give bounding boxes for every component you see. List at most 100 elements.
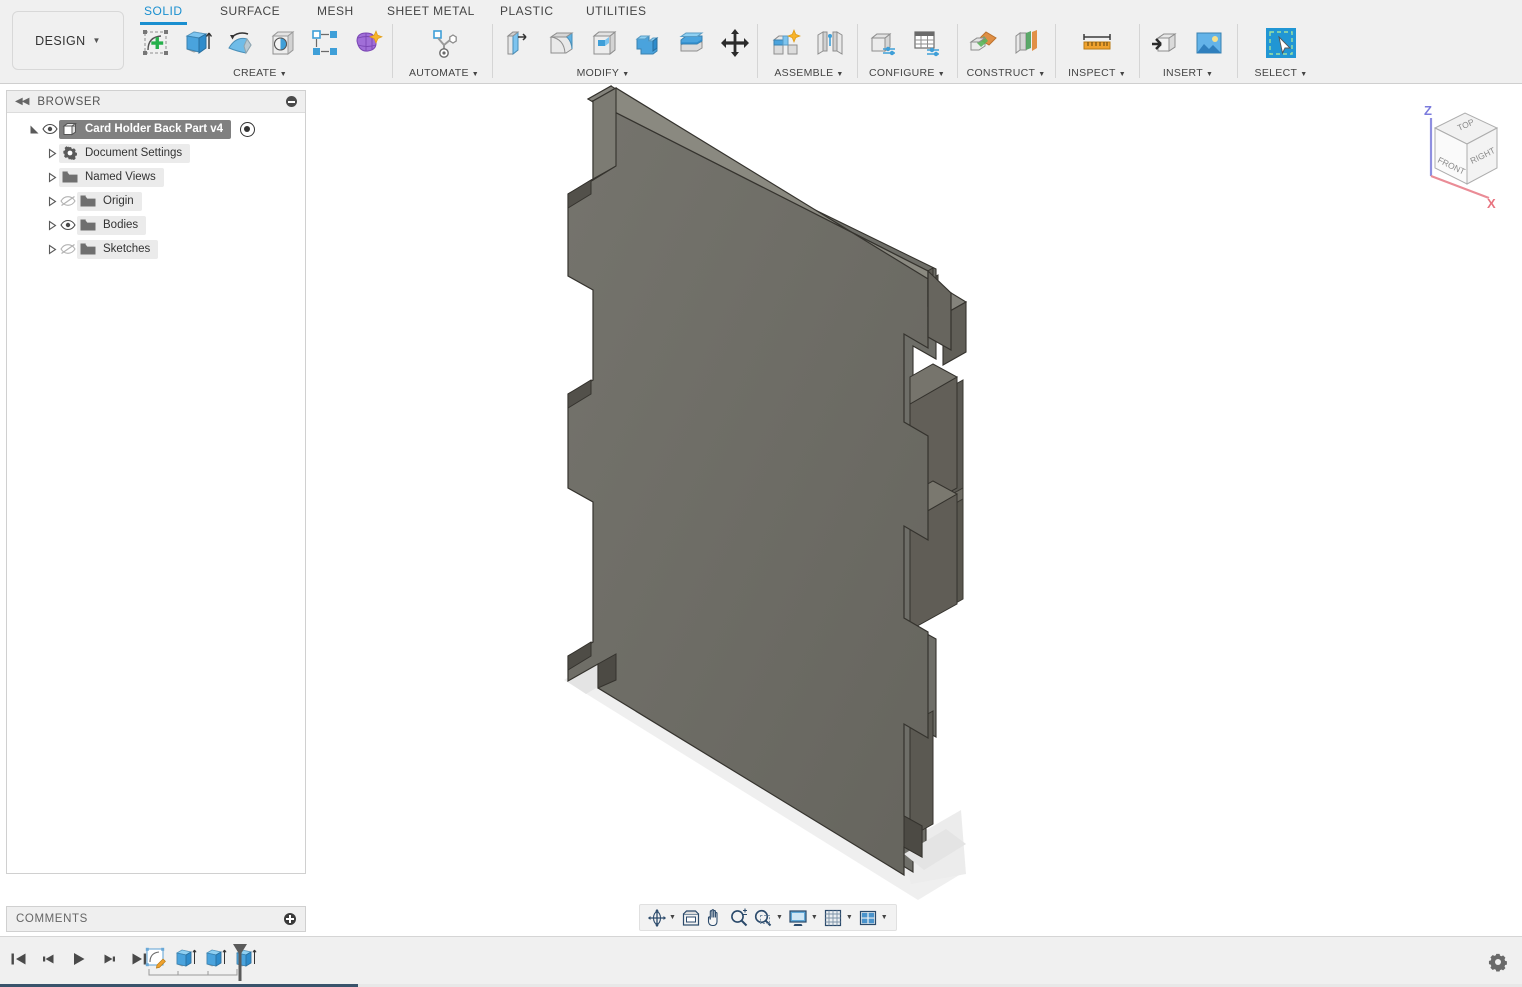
step-back-icon[interactable]: [38, 948, 59, 969]
activate-component-radio[interactable]: [240, 121, 256, 137]
visibility-hidden-icon[interactable]: [59, 241, 77, 257]
toolbar-group-automate: AUTOMATE ▼: [400, 22, 488, 80]
shell-icon[interactable]: [585, 23, 626, 63]
toolbar-group-modify-label: MODIFY ▼: [576, 67, 630, 79]
orbit-icon[interactable]: [645, 906, 668, 929]
visibility-eye-icon[interactable]: [41, 121, 59, 137]
tree-item-bodies[interactable]: Bodies: [7, 213, 305, 237]
chevron-down-icon[interactable]: ▼: [846, 914, 853, 921]
toolbar-group-construct: CONSTRUCT ▼: [962, 22, 1050, 80]
expand-arrow-icon[interactable]: [45, 194, 59, 208]
toolbar-group-automate-label: AUTOMATE ▼: [409, 67, 479, 79]
tree-row-pill[interactable]: Bodies: [77, 215, 147, 235]
look-at-icon[interactable]: [680, 906, 703, 929]
collapse-left-icon[interactable]: ◀◀: [15, 96, 29, 107]
axis-label-z: Z: [1424, 103, 1432, 118]
insert-canvas-icon[interactable]: [1188, 23, 1230, 63]
chevron-down-icon[interactable]: ▼: [776, 914, 783, 921]
extrude-icon[interactable]: [178, 23, 218, 63]
browser-header: ◀◀ BROWSER: [7, 91, 305, 113]
chevron-down-icon[interactable]: ▼: [811, 914, 818, 921]
offset-face-icon[interactable]: [671, 23, 712, 63]
visibility-hidden-icon[interactable]: [59, 193, 77, 209]
tree-row-pill[interactable]: Named Views: [59, 167, 164, 187]
automated-modeling-icon[interactable]: [423, 23, 465, 63]
press-pull-icon[interactable]: [498, 23, 539, 63]
configuration-icon[interactable]: [862, 23, 904, 63]
gear-icon[interactable]: [1487, 951, 1508, 972]
combine-icon[interactable]: [628, 23, 669, 63]
expand-arrow-icon[interactable]: [45, 170, 59, 184]
folder-icon: [79, 217, 97, 233]
hole-icon[interactable]: [263, 23, 303, 63]
minus-circle-icon[interactable]: [286, 96, 297, 107]
expand-arrow-icon[interactable]: [45, 242, 59, 256]
create-form-icon[interactable]: [348, 23, 388, 63]
new-component-icon[interactable]: [765, 23, 807, 63]
step-forward-icon[interactable]: [98, 948, 119, 969]
move-copy-icon[interactable]: [715, 23, 756, 63]
visibility-eye-icon[interactable]: [59, 217, 77, 233]
tree-item-document-settings[interactable]: Document Settings: [7, 141, 305, 165]
tree-item-sketches[interactable]: Sketches: [7, 237, 305, 261]
plus-circle-icon[interactable]: [284, 913, 296, 925]
workspace-switcher-button[interactable]: DESIGN ▼: [12, 11, 124, 70]
measure-icon[interactable]: [1076, 23, 1118, 63]
toolbar-group-assemble: ASSEMBLE ▼: [765, 22, 853, 80]
expand-arrow-icon[interactable]: [45, 146, 59, 160]
timeline-marker[interactable]: [231, 943, 249, 982]
tree-item-origin[interactable]: Origin: [7, 189, 305, 213]
display-settings-icon[interactable]: [787, 906, 810, 929]
zoom-icon[interactable]: [728, 906, 751, 929]
toolbar-group-create-label: CREATE ▼: [233, 67, 287, 79]
rectangular-pattern-icon[interactable]: [305, 23, 345, 63]
tab-solid[interactable]: SOLID: [140, 4, 186, 25]
tree-root-pill[interactable]: Card Holder Back Part v4: [59, 119, 232, 139]
tab-sheet-metal[interactable]: SHEET METAL: [387, 4, 475, 22]
revolve-icon[interactable]: [221, 23, 261, 63]
tree-item-label: Card Holder Back Part v4: [85, 123, 224, 135]
timeline-bracket: [148, 969, 238, 976]
select-window-icon[interactable]: [1260, 23, 1302, 63]
expand-arrow-icon[interactable]: [45, 218, 59, 232]
plate-top-right-corner: [927, 269, 952, 352]
tab-utilities[interactable]: UTILITIES: [586, 4, 647, 22]
expand-arrow-icon[interactable]: [27, 122, 41, 136]
tree-row-pill[interactable]: Document Settings: [59, 143, 191, 163]
fillet-icon[interactable]: [541, 23, 582, 63]
tree-row-pill[interactable]: Origin: [77, 191, 142, 211]
configuration-table-icon[interactable]: [906, 23, 948, 63]
zoom-window-icon[interactable]: [752, 906, 775, 929]
insert-derive-icon[interactable]: [1144, 23, 1186, 63]
tree-item-root[interactable]: Card Holder Back Part v4: [7, 117, 305, 141]
tree-item-label: Bodies: [103, 219, 139, 231]
sketch-feature-icon[interactable]: [143, 944, 168, 971]
go-to-beginning-icon[interactable]: [8, 948, 29, 969]
joint-icon[interactable]: [809, 23, 851, 63]
toolbar-separator: [492, 24, 493, 78]
tab-mesh[interactable]: MESH: [317, 4, 354, 22]
viewports-icon[interactable]: [857, 906, 880, 929]
extrude-feature-icon[interactable]: [203, 944, 228, 971]
chevron-down-icon[interactable]: ▼: [669, 914, 676, 921]
view-cube[interactable]: Z X TOP FRONT RIGHT: [1399, 98, 1517, 216]
create-sketch-icon[interactable]: [136, 23, 176, 63]
toolbar-group-select-label: SELECT ▼: [1254, 67, 1308, 79]
tree-item-named-views[interactable]: Named Views: [7, 165, 305, 189]
pan-icon[interactable]: [704, 906, 727, 929]
toolbar-group-inspect-label: INSPECT ▼: [1068, 67, 1126, 79]
3d-viewport[interactable]: [306, 84, 1522, 936]
plane-three-points-icon[interactable]: [1006, 23, 1048, 63]
grid-snaps-icon[interactable]: [822, 906, 845, 929]
browser-title: BROWSER: [37, 95, 102, 108]
comments-panel[interactable]: COMMENTS: [6, 906, 306, 932]
extrude-feature-icon[interactable]: [173, 944, 198, 971]
chevron-down-icon: ▼: [92, 36, 101, 45]
tab-surface[interactable]: SURFACE: [220, 4, 280, 22]
tab-plastic[interactable]: PLASTIC: [500, 4, 554, 22]
chevron-down-icon[interactable]: ▼: [881, 914, 888, 921]
play-icon[interactable]: [68, 948, 89, 969]
offset-plane-icon[interactable]: [962, 23, 1004, 63]
tree-row-pill[interactable]: Sketches: [77, 239, 159, 259]
tree-item-label: Origin: [103, 195, 134, 207]
